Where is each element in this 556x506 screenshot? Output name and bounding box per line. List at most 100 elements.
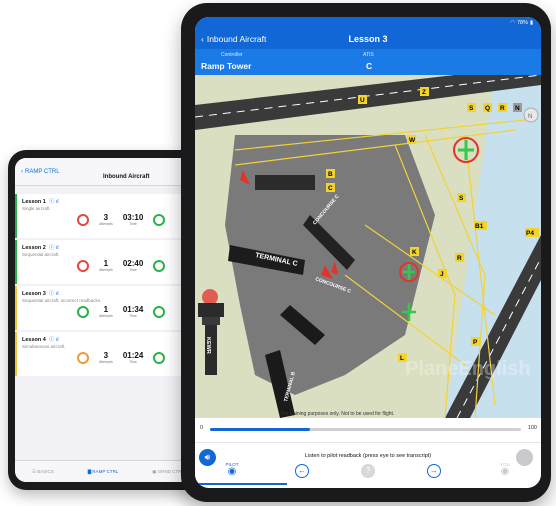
eye-icon: ◉: [500, 466, 510, 477]
battery-icon: ▮: [529, 20, 533, 26]
eye-icon: ◉: [227, 466, 237, 477]
time-value: 01:34: [122, 305, 144, 314]
lesson-title: Lesson 1: [22, 199, 46, 205]
back-nav-bar: ‹ RAMP CTRL Inbound Aircraft: [15, 158, 201, 186]
front-tablet: ◠ 78% ▮ ‹ Inbound Aircraft Lesson 3 Cont…: [181, 3, 551, 502]
lesson-desc: Single aircraft.: [22, 206, 51, 211]
attempts-value: 3: [103, 213, 109, 222]
back-nav-back-button[interactable]: ‹ RAMP CTRL: [21, 169, 60, 175]
arrow-right-icon: →: [430, 466, 438, 475]
playback-toolbar: PILOT ◉ ← ? → YOU ◉: [195, 462, 541, 485]
taxiway-label: Q: [485, 105, 490, 112]
controller-label: Controller: [221, 52, 243, 58]
taxiway-label: P4: [526, 230, 534, 237]
chevron-left-icon: ‹: [21, 168, 23, 175]
time-label: Time: [129, 268, 137, 272]
tab-ramp-ctrl[interactable]: ▇ RAMP CTRL: [88, 469, 119, 475]
next-button[interactable]: →: [427, 464, 441, 478]
taxiway-label: B: [328, 171, 333, 178]
attempts-value: 1: [103, 305, 109, 314]
compass-icon: N: [523, 107, 539, 123]
time-label: Time: [129, 222, 137, 226]
tower-code-label: KEWR: [205, 337, 211, 354]
page-title: Lesson 3: [348, 34, 388, 44]
taxiway-label: W: [409, 137, 416, 144]
lesson-desc: Sequential aircraft, incorrect readbacks…: [22, 298, 102, 303]
lesson-row-2[interactable]: Lesson 2 ⓘ ıl Sequential aircraft. 1 Attem…: [15, 240, 201, 284]
status-bar: ◠ 78% ▮: [195, 17, 541, 29]
playback-slider[interactable]: [210, 428, 521, 431]
lesson-title: Lesson 4: [22, 337, 46, 343]
lesson-row-1[interactable]: Lesson 1 ⓘ ıl Single aircraft. 3 Attempts …: [15, 194, 201, 238]
slider-fill: [210, 428, 310, 431]
active-tab-indicator: [195, 483, 287, 485]
battery-percent: 78%: [516, 20, 528, 26]
attempts-value: 1: [103, 259, 109, 268]
taxiway-label: R: [500, 105, 505, 112]
info-icon[interactable]: ⓘ ıl: [49, 337, 59, 343]
time-value: 01:24: [122, 351, 144, 360]
attempts-label: Attempts: [99, 314, 113, 318]
info-icon[interactable]: ⓘ ıl: [49, 245, 59, 251]
slider-min-label: 0: [200, 425, 204, 431]
score-ring-icon: [153, 351, 166, 364]
back-tablet: ‹ RAMP CTRL Inbound Aircraft Lesson 1 ⓘ ı…: [8, 150, 208, 490]
taxiway-label: P: [473, 339, 478, 346]
pilot-eye-button[interactable]: PILOT ◉: [222, 462, 242, 477]
info-icon[interactable]: ⓘ ıl: [49, 199, 59, 205]
taxiway-label: L: [400, 355, 404, 362]
attempts-label: Attempts: [99, 268, 113, 272]
time-label: Time: [129, 360, 137, 364]
svg-text:N: N: [528, 114, 532, 120]
prev-button[interactable]: ←: [295, 464, 309, 478]
airport-map-graphic: TERMINAL C TERMINAL B CONCOURSE C CONCOU…: [195, 75, 541, 418]
lesson-row-3[interactable]: Lesson 3 ⓘ ıl Sequential aircraft, incorr…: [15, 286, 201, 330]
back-tab-bar: ☰ BASICS ▇ RAMP CTRL ▣ GRND CTRL: [15, 460, 201, 482]
taxiway-label: C: [328, 185, 333, 192]
bottom-panel: 🔊︎ Listen to pilot readback (press eye t…: [195, 442, 541, 488]
lesson-row-4[interactable]: Lesson 4 ⓘ ıl Simultaneous aircraft. 3 Att…: [15, 332, 201, 376]
front-nav-bar: ‹ Inbound Aircraft Lesson 3: [195, 29, 541, 49]
time-label: Time: [129, 314, 137, 318]
airport-map[interactable]: TERMINAL C TERMINAL B CONCOURSE C CONCOU…: [195, 75, 541, 418]
front-tablet-screen: ◠ 78% ▮ ‹ Inbound Aircraft Lesson 3 Cont…: [195, 17, 541, 488]
help-button[interactable]: ?: [361, 464, 375, 478]
you-eye-button[interactable]: YOU ◉: [495, 462, 515, 477]
tab-basics[interactable]: ☰ BASICS: [32, 469, 54, 475]
taxiway-label: Z: [422, 89, 426, 96]
arrow-left-icon: ←: [298, 466, 306, 475]
taxiway-label: K: [412, 249, 417, 256]
score-ring-icon: [77, 259, 89, 272]
taxiway-label: B1: [475, 223, 484, 230]
lesson-title: Lesson 2: [22, 245, 46, 251]
back-nav-back-label: RAMP CTRL: [25, 168, 60, 175]
map-disclaimer: For training purposes only. Not to be us…: [281, 411, 394, 417]
attempts-label: Attempts: [99, 222, 113, 226]
tab-grnd-ctrl[interactable]: ▣ GRND CTRL: [152, 469, 184, 475]
atis-value: C: [366, 61, 373, 71]
info-icon[interactable]: ⓘ ıl: [49, 291, 59, 297]
atis-label: ATIS: [363, 52, 374, 58]
info-bar: Controller Ramp Tower ATIS C: [195, 49, 541, 75]
lesson-list: Lesson 1 ⓘ ıl Single aircraft. 3 Attempts …: [15, 194, 201, 378]
score-ring-icon: [153, 259, 166, 272]
readback-message: Listen to pilot readback (press eye to s…: [304, 453, 432, 459]
taxiway-label: U: [360, 97, 365, 104]
time-value: 03:10: [122, 213, 144, 222]
playback-slider-area: 0 100: [195, 418, 541, 442]
back-tablet-screen: ‹ RAMP CTRL Inbound Aircraft Lesson 1 ⓘ ı…: [15, 158, 201, 482]
wifi-icon: ◠: [510, 20, 515, 26]
taxiway-label: J: [440, 271, 444, 278]
taxiway-label: S: [469, 105, 474, 112]
watermark: PlaneEnglish: [405, 358, 531, 380]
back-nav-title: Inbound Aircraft: [103, 174, 150, 180]
controller-value: Ramp Tower: [201, 61, 252, 71]
lesson-title: Lesson 3: [22, 291, 46, 297]
taxiway-label: S: [459, 195, 464, 202]
attempts-label: Attempts: [99, 360, 113, 364]
tab-label: BASICS: [37, 468, 54, 474]
taxiway-label: N: [515, 105, 520, 112]
score-ring-icon: [77, 213, 89, 226]
lesson-desc: Simultaneous aircraft.: [22, 344, 66, 349]
score-ring-icon: [153, 213, 166, 226]
